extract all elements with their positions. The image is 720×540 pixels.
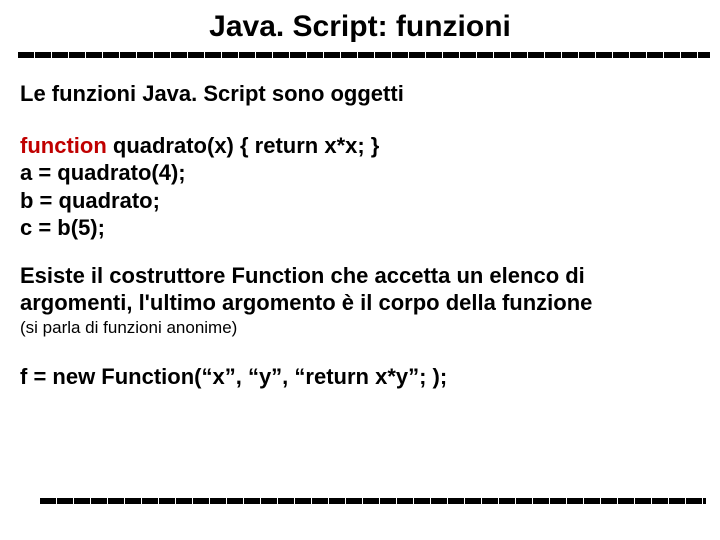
para-line-a: Esiste il costruttore Function che accet…: [20, 263, 585, 288]
note-anonymous: (si parla di funzioni anonime): [20, 317, 700, 339]
code-line-2: a = quadrato(4);: [20, 159, 700, 187]
code-line-1: function quadrato(x) { return x*x; }: [20, 132, 700, 160]
slide-title: Java. Script: funzioni: [0, 0, 720, 50]
divider-bottom: [40, 498, 706, 504]
code-line-4: c = b(5);: [20, 214, 700, 242]
intro-text: Le funzioni Java. Script sono oggetti: [20, 80, 700, 108]
para-line-b: argomenti, l'ultimo argomento è il corpo…: [20, 290, 592, 315]
keyword-function: function: [20, 133, 107, 158]
slide-body: Le funzioni Java. Script sono oggetti fu…: [20, 80, 700, 390]
paragraph-constructor: Esiste il costruttore Function che accet…: [20, 262, 700, 317]
code-line-1-rest: quadrato(x) { return x*x; }: [107, 133, 380, 158]
slide: Java. Script: funzioni Le funzioni Java.…: [0, 0, 720, 540]
divider-top: [18, 52, 710, 58]
example-line: f = new Function(“x”, “y”, “return x*y”;…: [20, 363, 700, 391]
code-line-3: b = quadrato;: [20, 187, 700, 215]
